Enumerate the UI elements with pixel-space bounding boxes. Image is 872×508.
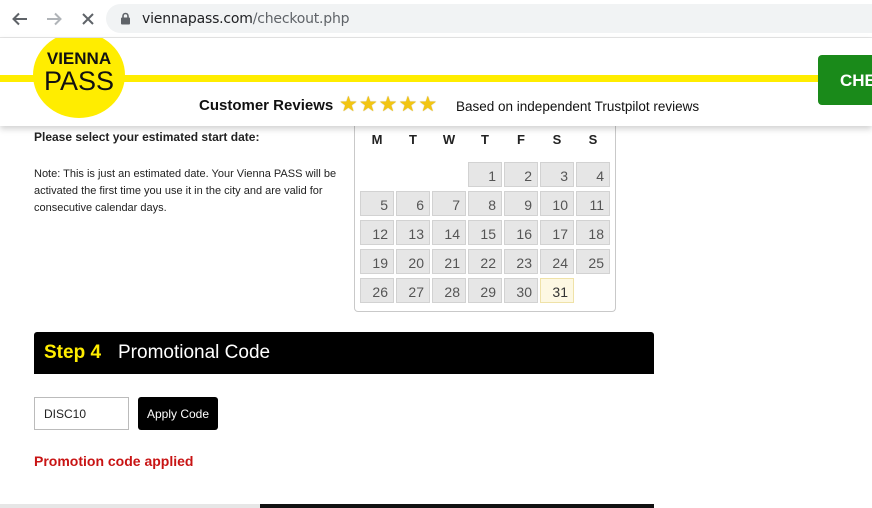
weekday-header: S <box>588 132 598 147</box>
star-icon: ★ <box>398 93 418 116</box>
forward-icon[interactable] <box>42 7 66 31</box>
calendar-day[interactable]: 13 <box>396 220 430 245</box>
url-domain: viennapass.com <box>142 11 253 27</box>
calendar-day[interactable]: 10 <box>540 191 574 216</box>
customer-reviews-label: Customer Reviews <box>199 97 334 114</box>
calendar-day[interactable]: 17 <box>540 220 574 245</box>
calendar-day[interactable]: 28 <box>432 278 466 303</box>
weekday-header: T <box>409 132 417 147</box>
address-bar[interactable]: viennapass.com/checkout.php <box>106 4 872 33</box>
logo-text-bottom: PASS <box>43 66 115 96</box>
calendar-day[interactable]: 16 <box>504 220 538 245</box>
weekday-header: M <box>371 132 383 147</box>
calendar-day[interactable]: 25 <box>576 249 610 274</box>
step-title: Promotional Code <box>118 342 271 363</box>
calendar-day[interactable]: 5 <box>360 191 394 216</box>
calendar-day[interactable]: 24 <box>540 249 574 274</box>
calendar-day[interactable]: 11 <box>576 191 610 216</box>
calendar-day[interactable]: 29 <box>468 278 502 303</box>
vienna-pass-logo[interactable]: VIENNA PASS <box>33 38 125 118</box>
calendar-day[interactable]: 12 <box>360 220 394 245</box>
weekday-header: W <box>442 132 456 147</box>
trustpilot-note: Based on independent Trustpilot reviews <box>456 99 700 114</box>
calendar-day[interactable]: 30 <box>504 278 538 303</box>
calendar-day[interactable]: 22 <box>468 249 502 274</box>
calendar-day[interactable]: 4 <box>576 162 610 187</box>
star-icon: ★ <box>418 93 438 116</box>
checkout-button[interactable]: CHE <box>818 55 872 105</box>
bottom-divider <box>0 504 260 508</box>
back-icon[interactable] <box>8 7 32 31</box>
apply-code-button[interactable]: Apply Code <box>138 397 218 430</box>
calendar-day[interactable]: 19 <box>360 249 394 274</box>
step-4-header: Step 4 Promotional Code <box>34 332 654 374</box>
calendar-day[interactable]: 9 <box>504 191 538 216</box>
weekday-header: T <box>481 132 489 147</box>
calendar-day[interactable]: 18 <box>576 220 610 245</box>
next-step-header-edge <box>260 504 654 508</box>
calendar-day[interactable]: 7 <box>432 191 466 216</box>
stop-loading-icon[interactable] <box>76 7 100 31</box>
calendar-day[interactable]: 15 <box>468 220 502 245</box>
start-date-note: Note: This is just an estimated date. Yo… <box>34 168 337 214</box>
calendar-day-selected[interactable]: 31 <box>540 278 574 303</box>
rating-stars: ★ ★ ★ ★ ★ <box>339 94 437 116</box>
calendar-day[interactable]: 3 <box>540 162 574 187</box>
lock-icon <box>120 12 131 30</box>
calendar-day[interactable]: 27 <box>396 278 430 303</box>
weekday-header: S <box>552 132 562 147</box>
date-picker-calendar: M T W T F S S 1 2 3 4 5 6 7 8 9 10 11 12 13 14 15 16 17 18 19 20 21… <box>354 120 616 312</box>
header-stripe <box>0 75 872 82</box>
calendar-day[interactable]: 14 <box>432 220 466 245</box>
promo-code-input[interactable]: DISC10 <box>34 397 129 430</box>
calendar-day[interactable]: 1 <box>468 162 502 187</box>
browser-toolbar: viennapass.com/checkout.php <box>0 0 872 38</box>
star-icon: ★ <box>378 93 398 116</box>
start-date-title: Please select your estimated start date: <box>34 130 260 144</box>
url-text: viennapass.com/checkout.php <box>142 11 350 27</box>
star-icon: ★ <box>339 93 358 116</box>
star-icon: ★ <box>358 93 378 116</box>
step-number: Step 4 <box>44 342 102 363</box>
url-path: /checkout.php <box>252 11 350 27</box>
calendar-day[interactable]: 26 <box>360 278 394 303</box>
calendar-day[interactable]: 23 <box>504 249 538 274</box>
calendar-day[interactable]: 6 <box>396 191 430 216</box>
weekday-header: F <box>517 132 525 147</box>
calendar-day[interactable]: 2 <box>504 162 538 187</box>
promo-status-message: Promotion code applied <box>34 453 194 469</box>
calendar-day[interactable]: 20 <box>396 249 430 274</box>
calendar-day[interactable]: 8 <box>468 191 502 216</box>
site-header: VIENNA PASS Customer Reviews ★ ★ ★ ★ ★ B… <box>0 38 872 126</box>
calendar-day[interactable]: 21 <box>432 249 466 274</box>
